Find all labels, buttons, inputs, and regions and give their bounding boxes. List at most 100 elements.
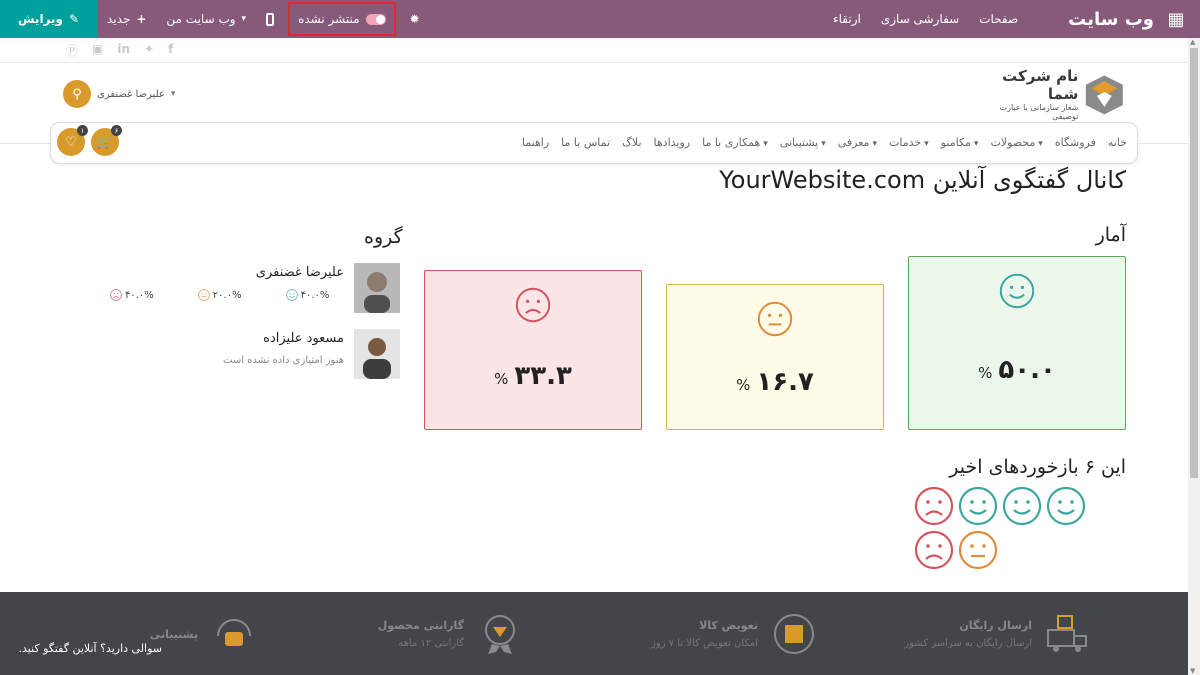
- page-scrollbar[interactable]: ▲ ▼: [1188, 38, 1200, 675]
- footer-item-title: تعویض کالا: [699, 619, 758, 632]
- plus-icon: +: [136, 12, 147, 26]
- chevron-down-icon: ▾: [241, 14, 247, 24]
- user-name[interactable]: علیرضا غضنفری: [97, 89, 165, 100]
- member-name: مسعود علیزاده: [263, 331, 344, 346]
- member-avatar: [354, 263, 400, 313]
- my-website-label: وب سایت من: [166, 12, 236, 26]
- logo-mark-icon: [1086, 75, 1124, 115]
- watermark: سوالی دارید؟ آنلاین گفتگو کنید.: [18, 608, 162, 655]
- new-button[interactable]: + جدید: [97, 0, 157, 38]
- company-logo[interactable]: نام شرکت شما شعار سازمانی یا عبارت توصیف…: [975, 67, 1125, 121]
- recent-feedback-list: [914, 486, 1126, 570]
- footer-item-title: گارانتی محصول: [377, 619, 464, 632]
- mobile-icon: [266, 12, 275, 26]
- menu-customize[interactable]: سفارشی سازی: [871, 0, 969, 38]
- scroll-up-arrow-icon[interactable]: ▲: [1190, 38, 1195, 46]
- happy-face-icon: [1002, 486, 1042, 526]
- user-menu[interactable]: ⚲ علیرضا غضنفری ▾: [63, 80, 175, 108]
- mobile-preview-button[interactable]: [256, 0, 284, 38]
- publish-toggle[interactable]: منتشر نشده: [288, 2, 396, 36]
- nav-item[interactable]: مکامنو: [941, 136, 979, 149]
- neutral-face-icon: [198, 289, 210, 301]
- footer-item-title: ارسال رایگان: [959, 619, 1032, 632]
- stat-happy-number: ۵۰.۰: [998, 355, 1056, 385]
- debug-button[interactable]: ✹: [400, 0, 430, 38]
- stat-card-neutral: ۱۶.۷ %: [666, 284, 884, 430]
- divider: [0, 143, 50, 144]
- box-exchange-icon: [774, 614, 814, 654]
- neutral-face-icon: [757, 301, 793, 337]
- neutral-face-icon: [958, 530, 998, 570]
- footer-item-exchange: تعویض کالا امکان تعویض کالا تا ۷ روز: [651, 612, 816, 656]
- pinterest-icon[interactable]: Ⓟ: [66, 42, 78, 59]
- stat-card-happy: ۵۰.۰ %: [908, 256, 1126, 430]
- linkedin-icon[interactable]: in: [117, 42, 130, 59]
- group-title: گروه: [364, 226, 403, 248]
- toggle-switch[interactable]: [365, 13, 386, 25]
- chat-prompt-text[interactable]: سوالی دارید؟ آنلاین گفتگو کنید.: [18, 642, 162, 655]
- happy-face-icon: [1046, 486, 1086, 526]
- nav-item[interactable]: خانه: [1108, 136, 1127, 149]
- bug-icon: ✹: [409, 12, 420, 26]
- happy-face-icon: [958, 486, 998, 526]
- nav-item[interactable]: تماس با ما: [561, 136, 610, 149]
- apps-grid-icon[interactable]: ▦: [1156, 9, 1196, 30]
- sad-face-icon: [515, 287, 551, 323]
- footer-item-subtitle: ارسال رایگان به سراسر کشور: [904, 638, 1032, 649]
- instagram-icon[interactable]: ▣: [92, 42, 103, 59]
- my-website-dropdown[interactable]: ▾ وب سایت من: [156, 0, 256, 38]
- wishlist-badge: ۱: [77, 125, 88, 136]
- main-navbar: خانه فروشگاه محصولات مکامنو خدمات معرفی پشتیبا…: [50, 122, 1138, 164]
- nav-item[interactable]: رویدادها: [654, 136, 691, 149]
- nav-item[interactable]: راهنما: [522, 136, 549, 149]
- divider: [0, 62, 1188, 63]
- member-name: علیرضا غضنفری: [255, 265, 344, 280]
- stat-neutral-value: ۱۶.۷ %: [736, 367, 814, 397]
- pencil-icon: ✎: [68, 12, 80, 26]
- member-stat-sad: ۴۰.۰%: [110, 289, 154, 301]
- nav-item[interactable]: محصولات: [990, 136, 1042, 149]
- stat-sad-value: ۳۳.۳ %: [494, 361, 572, 391]
- nav-item[interactable]: پشتیبانی: [780, 136, 826, 149]
- member-stat-neutral: ۲۰.۰%: [198, 289, 242, 301]
- percent-sign: %: [494, 370, 509, 388]
- menu-pages[interactable]: صفحات: [969, 0, 1028, 38]
- support-headset-icon: [217, 619, 251, 646]
- sad-face-icon: [110, 289, 122, 301]
- topbar-actions: ✎ ویرایش + جدید ▾ وب سایت من منتشر نشده …: [0, 0, 430, 38]
- recent-feedback-title: این ۶ بازخوردهای اخیر: [949, 456, 1126, 478]
- footer-item-subtitle: امکان تعویض کالا تا ۷ روز: [651, 638, 758, 649]
- unpublished-label: منتشر نشده: [298, 12, 360, 26]
- admin-topbar: ▦ وب سایت صفحات سفارشی سازی ارتقاء ✎ ویر…: [0, 0, 1200, 38]
- happy-face-icon: [285, 289, 298, 301]
- nav-item[interactable]: بلاگ: [622, 136, 641, 149]
- cart-icon[interactable]: 🛒 ۶: [91, 125, 122, 156]
- edit-label: ویرایش: [17, 12, 63, 26]
- search-icon[interactable]: ⚲: [63, 80, 91, 108]
- nav-item[interactable]: همکاری با ما: [702, 136, 768, 149]
- twitter-icon[interactable]: ✦: [144, 42, 154, 59]
- facebook-icon[interactable]: f: [168, 42, 173, 59]
- chevron-down-icon: ▾: [170, 89, 176, 99]
- divider: [1138, 143, 1188, 144]
- nav-item[interactable]: فروشگاه: [1055, 136, 1096, 149]
- website-app-title[interactable]: وب سایت: [1068, 9, 1154, 30]
- nav-menu: خانه فروشگاه محصولات مکامنو خدمات معرفی پشتیبا…: [522, 136, 1127, 149]
- member-avatar: [354, 329, 400, 379]
- scrollbar-thumb[interactable]: [1190, 48, 1198, 478]
- menu-upgrade[interactable]: ارتقاء: [823, 0, 871, 38]
- page-title: کانال گفتگوی آنلاین YourWebsite.com: [719, 166, 1126, 194]
- footer-item-support: پشتیبانی: [150, 612, 256, 656]
- stat-happy-value: ۵۰.۰ %: [978, 355, 1056, 385]
- stat-neutral-number: ۱۶.۷: [756, 367, 814, 397]
- edit-button[interactable]: ✎ ویرایش: [0, 0, 97, 38]
- company-name: نام شرکت شما: [1002, 67, 1079, 103]
- new-label: جدید: [107, 12, 131, 26]
- cart-badge: ۶: [111, 125, 122, 136]
- nav-item[interactable]: خدمات: [889, 136, 929, 149]
- stat-card-sad: ۳۳.۳ %: [424, 270, 642, 430]
- footer-bar: ارسال رایگان ارسال رایگان به سراسر کشور …: [0, 592, 1188, 675]
- scroll-down-arrow-icon[interactable]: ▼: [1190, 667, 1195, 675]
- nav-item[interactable]: معرفی: [838, 136, 877, 149]
- wishlist-icon[interactable]: ♡ ۱: [57, 125, 88, 156]
